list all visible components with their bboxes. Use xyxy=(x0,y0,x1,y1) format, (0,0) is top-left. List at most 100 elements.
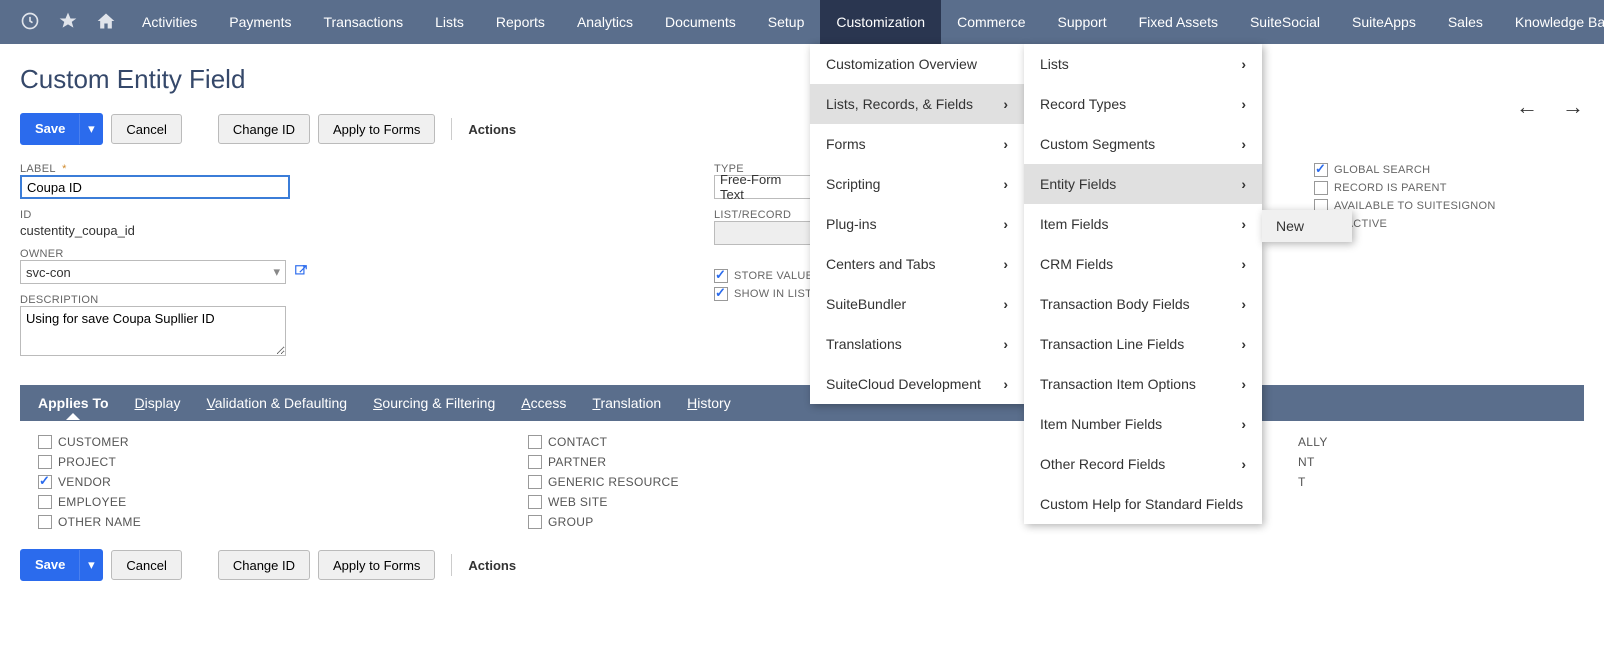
tab-validation-defaulting[interactable]: Validation & Defaulting xyxy=(206,395,347,411)
save-button-group: Save ▾ xyxy=(20,113,103,145)
chevron-right-icon: › xyxy=(1003,256,1008,272)
nav-commerce[interactable]: Commerce xyxy=(941,0,1041,44)
checkbox-partner[interactable] xyxy=(528,455,542,469)
history-icon[interactable] xyxy=(20,11,40,34)
cancel-button[interactable]: Cancel xyxy=(111,114,181,144)
checkbox-group[interactable] xyxy=(528,515,542,529)
description-textarea[interactable] xyxy=(20,306,286,356)
tab-access[interactable]: Access xyxy=(521,395,566,411)
submenu-item-item-number-fields[interactable]: Item Number Fields› xyxy=(1024,404,1262,444)
tab-display[interactable]: Display xyxy=(135,395,181,411)
chevron-right-icon: › xyxy=(1241,176,1246,192)
menu-item-suitebundler[interactable]: SuiteBundler› xyxy=(810,284,1024,324)
submenu-item-item-fields[interactable]: Item Fields› xyxy=(1024,204,1262,244)
change-id-button[interactable]: Change ID xyxy=(218,114,310,144)
nav-transactions[interactable]: Transactions xyxy=(307,0,419,44)
nav-knowledge-base[interactable]: Knowledge Base xyxy=(1499,0,1604,44)
checkbox-customer[interactable] xyxy=(38,435,52,449)
top-nav: ActivitiesPaymentsTransactionsListsRepor… xyxy=(0,0,1604,44)
store-value-checkbox[interactable] xyxy=(714,269,728,283)
submenu-item-custom-help-for-standard-fields[interactable]: Custom Help for Standard Fields xyxy=(1024,484,1262,524)
tab-sourcing-filtering[interactable]: Sourcing & Filtering xyxy=(373,395,495,411)
tab-applies-to[interactable]: Applies To xyxy=(38,395,109,411)
list-record-select[interactable] xyxy=(714,221,814,245)
chevron-right-icon: › xyxy=(1003,336,1008,352)
checkbox-project[interactable] xyxy=(38,455,52,469)
owner-select[interactable]: svc-con▾ xyxy=(20,260,286,284)
submenu-item-custom-segments[interactable]: Custom Segments› xyxy=(1024,124,1262,164)
submenu-item-transaction-line-fields[interactable]: Transaction Line Fields› xyxy=(1024,324,1262,364)
submenu-item-transaction-body-fields[interactable]: Transaction Body Fields› xyxy=(1024,284,1262,324)
global-search-checkbox[interactable] xyxy=(1314,163,1328,177)
save-button-bottom[interactable]: Save xyxy=(21,550,80,580)
menu-item-lists-records-fields[interactable]: Lists, Records, & Fields› xyxy=(810,84,1024,124)
subtab-bar: Applies To Display Validation & Defaulting… xyxy=(20,385,1584,421)
nav-sales[interactable]: Sales xyxy=(1432,0,1499,44)
home-icon[interactable] xyxy=(96,11,116,34)
open-owner-icon[interactable] xyxy=(294,264,308,281)
action-bar-bottom: Save ▾ Cancel Change ID Apply to Forms A… xyxy=(20,549,1584,581)
checkbox-generic-resource[interactable] xyxy=(528,475,542,489)
actions-menu-bottom[interactable]: Actions xyxy=(468,558,516,573)
nav-reports[interactable]: Reports xyxy=(480,0,561,44)
tab-translation[interactable]: Translation xyxy=(592,395,661,411)
checkbox-contact[interactable] xyxy=(528,435,542,449)
apply-to-forms-button[interactable]: Apply to Forms xyxy=(318,114,435,144)
cancel-button-bottom[interactable]: Cancel xyxy=(111,550,181,580)
menu-item-plug-ins[interactable]: Plug-ins› xyxy=(810,204,1024,244)
nav-activities[interactable]: Activities xyxy=(126,0,213,44)
prev-arrow-icon[interactable]: ← xyxy=(1516,94,1538,120)
id-field-label: ID xyxy=(20,209,714,221)
chevron-right-icon: › xyxy=(1003,376,1008,392)
nav-suiteapps[interactable]: SuiteApps xyxy=(1336,0,1432,44)
checkbox-web-site[interactable] xyxy=(528,495,542,509)
label-input[interactable] xyxy=(20,175,290,199)
nav-setup[interactable]: Setup xyxy=(752,0,821,44)
submenu-item-lists[interactable]: Lists› xyxy=(1024,44,1262,84)
menu-item-customization-overview[interactable]: Customization Overview xyxy=(810,44,1024,84)
nav-support[interactable]: Support xyxy=(1042,0,1123,44)
type-select[interactable]: Free-Form Text xyxy=(714,175,814,199)
checkbox-vendor[interactable] xyxy=(38,475,52,489)
description-field-label: DESCRIPTION xyxy=(20,294,714,306)
submenu-item-transaction-item-options[interactable]: Transaction Item Options› xyxy=(1024,364,1262,404)
submenu-item-crm-fields[interactable]: CRM Fields› xyxy=(1024,244,1262,284)
record-is-parent-label: RECORD IS PARENT xyxy=(1334,182,1447,194)
menu-item-suitecloud-development[interactable]: SuiteCloud Development› xyxy=(810,364,1024,404)
save-dropdown[interactable]: ▾ xyxy=(80,114,102,144)
menu-item-centers-and-tabs[interactable]: Centers and Tabs› xyxy=(810,244,1024,284)
chevron-right-icon: › xyxy=(1241,136,1246,152)
submenu-item-entity-fields[interactable]: Entity Fields› xyxy=(1024,164,1262,204)
show-in-list-checkbox[interactable] xyxy=(714,287,728,301)
nav-customization[interactable]: Customization xyxy=(820,0,941,44)
nav-fixed-assets[interactable]: Fixed Assets xyxy=(1123,0,1234,44)
nav-lists[interactable]: Lists xyxy=(419,0,480,44)
nav-analytics[interactable]: Analytics xyxy=(561,0,649,44)
chevron-right-icon: › xyxy=(1241,416,1246,432)
nav-documents[interactable]: Documents xyxy=(649,0,752,44)
nav-suitesocial[interactable]: SuiteSocial xyxy=(1234,0,1336,44)
menu-item-new[interactable]: New xyxy=(1262,210,1352,242)
id-value: custentity_coupa_id xyxy=(20,221,714,238)
save-button[interactable]: Save xyxy=(21,114,80,144)
star-icon[interactable] xyxy=(58,11,78,34)
menu-item-forms[interactable]: Forms› xyxy=(810,124,1024,164)
apply-to-forms-button-bottom[interactable]: Apply to Forms xyxy=(318,550,435,580)
nav-payments[interactable]: Payments xyxy=(213,0,307,44)
submenu-item-record-types[interactable]: Record Types› xyxy=(1024,84,1262,124)
submenu-item-other-record-fields[interactable]: Other Record Fields› xyxy=(1024,444,1262,484)
record-is-parent-checkbox[interactable] xyxy=(1314,181,1328,195)
chevron-right-icon: › xyxy=(1003,136,1008,152)
store-value-label: STORE VALUE xyxy=(734,270,813,282)
checkbox-other-name[interactable] xyxy=(38,515,52,529)
change-id-button-bottom[interactable]: Change ID xyxy=(218,550,310,580)
menu-item-translations[interactable]: Translations› xyxy=(810,324,1024,364)
next-arrow-icon[interactable]: → xyxy=(1562,94,1584,120)
save-dropdown-bottom[interactable]: ▾ xyxy=(80,550,102,580)
checkbox-employee[interactable] xyxy=(38,495,52,509)
chevron-right-icon: › xyxy=(1241,96,1246,112)
actions-menu[interactable]: Actions xyxy=(468,122,516,137)
entity-fields-submenu: New xyxy=(1262,210,1352,242)
menu-item-scripting[interactable]: Scripting› xyxy=(810,164,1024,204)
tab-history[interactable]: History xyxy=(687,395,731,411)
